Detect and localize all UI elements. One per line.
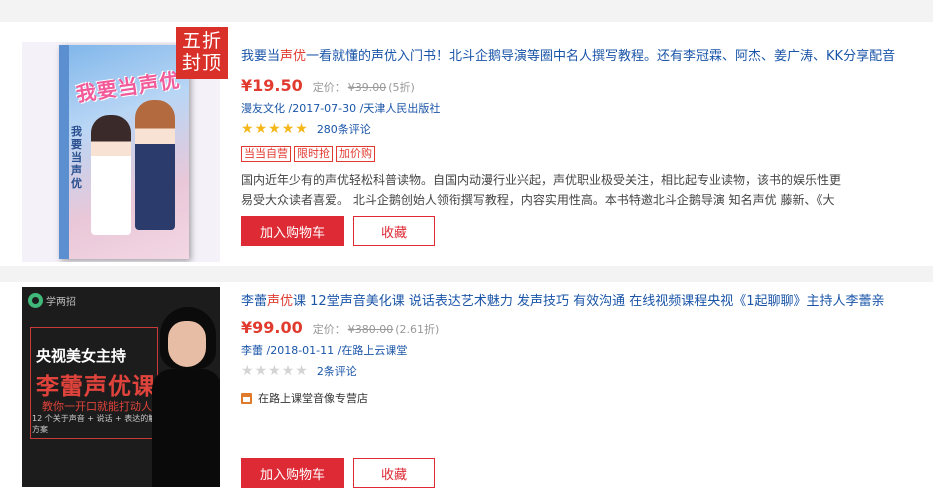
- cover-tagline: 教你一开口就能打动人心: [42, 400, 163, 413]
- star-icon: ★: [268, 363, 281, 379]
- favorite-button[interactable]: 收藏: [353, 458, 435, 488]
- book-spine: [59, 45, 69, 259]
- product-item-1: 我要当声优 我要当声优 五折 封顶 我要当声优一看就懂的声优入门书！北斗企鹅导演…: [0, 22, 933, 266]
- portrait-body: [152, 369, 220, 487]
- rating-row: ★ ★ ★ ★ ★ 2条评论: [241, 363, 357, 379]
- logo-text: 学两招: [46, 297, 76, 308]
- tag-add-on-purchase: 加价购: [336, 146, 375, 162]
- review-count-link[interactable]: 2条评论: [317, 363, 357, 379]
- description-line: 易受大众读者喜爱。 北斗企鹅创始人领衔撰写教程，内容实用性高。本书特邀北斗企鹅导…: [241, 193, 835, 207]
- shop-icon: [241, 392, 252, 404]
- star-icon: ★: [254, 363, 268, 379]
- title-text-after: 一看就懂的声优入门书！北斗企鹅导演等圈中名人撰写教程。还有李冠霖、阿杰、姜广涛、…: [306, 49, 896, 64]
- publication-info[interactable]: 漫友文化 /2017-07-30 /天津人民出版社: [241, 100, 440, 116]
- star-rating: ★ ★ ★ ★ ★: [241, 364, 308, 378]
- shop-name-link[interactable]: 在路上课堂音像专营店: [258, 390, 368, 406]
- cover-subtitle: 12 个关于声音 + 说话 + 表达的解决方案: [32, 414, 165, 434]
- discount-text: (2.61折): [395, 323, 440, 336]
- favorite-button[interactable]: 收藏: [353, 216, 435, 246]
- title-text-before: 我要当: [241, 49, 281, 64]
- list-price: ¥380.00: [347, 323, 394, 336]
- cover-character-girl: [91, 115, 131, 235]
- add-to-cart-button[interactable]: 加入购物车: [241, 458, 344, 488]
- list-price-label: 定价：: [312, 81, 346, 94]
- cover-character-boy: [135, 100, 175, 230]
- tag-self-operated: 当当自营: [241, 146, 291, 162]
- star-icon: ★: [241, 363, 254, 379]
- product-description: 国内近年少有的声优轻松科普读物。自国内动漫行业兴起，声优职业极受关注，相比起专业…: [241, 170, 933, 210]
- shop-row: 在路上课堂音像专营店: [241, 390, 368, 406]
- logo-icon: [28, 293, 43, 308]
- cover-course-name: 李蕾声优课: [36, 374, 156, 400]
- rating-row: ★ ★ ★ ★ ★ 280条评论: [241, 121, 371, 137]
- product-item-2: 学两招 央视美女主持 李蕾声优课 教你一开口就能打动人心 12 个关于声音 + …: [0, 282, 933, 497]
- add-to-cart-button[interactable]: 加入购物车: [241, 216, 344, 246]
- promo-tags: 当当自营 限时抢 加价购: [241, 146, 375, 162]
- star-icon: ★: [281, 121, 295, 137]
- host-portrait: [150, 307, 220, 487]
- title-text-after: 课 12堂声音美化课 说话表达艺术魅力 发声技巧 有效沟通 在线视频课程央视《1…: [293, 294, 885, 309]
- current-price: ¥19.50: [241, 76, 303, 95]
- list-price: ¥39.00: [347, 81, 387, 94]
- description-line: 国内近年少有的声优轻松科普读物。自国内动漫行业兴起，声优职业极受关注，相比起专业…: [241, 173, 842, 187]
- course-logo: 学两招: [28, 293, 76, 308]
- price-row: ¥19.50 定价： ¥39.00 (5折): [241, 76, 415, 95]
- title-keyword-highlight: 声优: [267, 294, 294, 309]
- product-title-link[interactable]: 李蕾声优课 12堂声音美化课 说话表达艺术魅力 发声技巧 有效沟通 在线视频课程…: [241, 290, 885, 309]
- book-cover-title: 我要当声优: [74, 67, 182, 107]
- book-cover-side-text: 我要当声优: [71, 125, 82, 190]
- portrait-face: [168, 321, 206, 367]
- book-cover-art: 我要当声优 我要当声优: [59, 45, 189, 259]
- star-icon: ★: [268, 121, 281, 137]
- cover-headline: 央视美女主持: [36, 347, 127, 365]
- promo-badge-line2: 封顶: [181, 52, 222, 74]
- price-row: ¥99.00 定价： ¥380.00 (2.61折): [241, 318, 439, 337]
- discount-text: (5折): [388, 81, 415, 94]
- star-icon: ★: [295, 121, 308, 137]
- item-divider: [0, 266, 933, 282]
- product-cover-image[interactable]: 学两招 央视美女主持 李蕾声优课 教你一开口就能打动人心 12 个关于声音 + …: [22, 287, 220, 487]
- top-gray-band: [0, 0, 933, 22]
- promo-badge-line1: 五折: [181, 30, 222, 52]
- tag-flash-sale: 限时抢: [294, 146, 333, 162]
- list-price-label: 定价：: [312, 323, 346, 336]
- review-count-link[interactable]: 280条评论: [317, 121, 371, 137]
- star-icon: ★: [295, 363, 308, 379]
- publication-info[interactable]: 李蕾 /2018-01-11 /在路上云课堂: [241, 342, 407, 358]
- star-icon: ★: [241, 121, 254, 137]
- star-icon: ★: [254, 121, 268, 137]
- star-icon: ★: [281, 363, 295, 379]
- title-text-before: 李蕾: [241, 294, 268, 309]
- promo-badge: 五折 封顶: [176, 27, 228, 79]
- product-title-link[interactable]: 我要当声优一看就懂的声优入门书！北斗企鹅导演等圈中名人撰写教程。还有李冠霖、阿杰…: [241, 45, 895, 64]
- star-rating: ★ ★ ★ ★ ★: [241, 122, 308, 136]
- current-price: ¥99.00: [241, 318, 303, 337]
- title-keyword-highlight: 声优: [280, 49, 307, 64]
